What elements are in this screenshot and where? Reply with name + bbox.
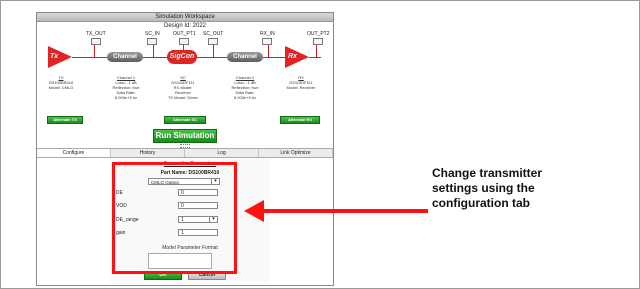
port-label: OUT_PT1 — [173, 31, 196, 37]
wire — [268, 45, 269, 57]
port-out-pt1[interactable]: OUT_PT1 — [173, 31, 196, 45]
port-pin — [179, 38, 190, 45]
wire — [143, 57, 169, 58]
port-label: SC_IN — [145, 31, 160, 37]
channel-1-block[interactable]: Channel — [107, 52, 143, 62]
port-pin — [313, 38, 324, 45]
tx-info: TX DS100BR410 Model: CMLO — [43, 75, 79, 90]
sigcon-block[interactable]: SigCon — [167, 50, 197, 64]
channel-2-info-line: 5.000e+9 hz — [233, 95, 257, 100]
rx-block-label: Rx — [288, 53, 297, 60]
alternate-rx-button[interactable]: Alternate RX — [280, 116, 320, 124]
wire — [197, 57, 227, 58]
sigcon-info-line: TX Model: Driver — [167, 95, 198, 100]
rx-info-line: Model: Receiver — [286, 85, 316, 90]
tx-info-line: Model: CMLO — [48, 85, 74, 90]
tab-history[interactable]: History — [111, 149, 185, 157]
bottom-tab-bar: Configure History Log Link Optimize — [37, 148, 333, 158]
highlight-box — [112, 162, 237, 274]
port-label: OUT_PT2 — [307, 31, 330, 37]
port-pin — [262, 38, 273, 45]
wire — [153, 45, 154, 57]
wire — [263, 57, 285, 58]
port-label: RX_IN — [260, 31, 275, 37]
port-pin — [208, 38, 219, 45]
rx-info: RX DS110DF111 Model: Receiver — [281, 75, 321, 90]
channel-1-info: Channel 1 Loss= -1 dB Reflection: true D… — [107, 75, 145, 100]
channel-2-info: Channel 2 Loss= -1 dB Reflection: true D… — [226, 75, 264, 100]
channel-2-block[interactable]: Channel — [227, 52, 263, 62]
wire — [316, 45, 317, 57]
sigcon-info: SC DS110DF111 RX Model: Receiver TX Mode… — [164, 75, 202, 100]
alternate-tx-button[interactable]: Alternate TX — [47, 116, 83, 124]
tab-link-optimize[interactable]: Link Optimize — [259, 149, 333, 157]
port-out-pt2[interactable]: OUT_PT2 — [307, 31, 330, 45]
channel-1-info-line: 5.000e+9 hz — [114, 95, 138, 100]
wire — [94, 45, 95, 57]
wire — [72, 57, 107, 58]
callout-text: Change transmitter settings using the co… — [432, 166, 543, 210]
design-id-label: Design Id: 2022 — [163, 23, 207, 29]
port-pin — [90, 38, 101, 45]
port-label: TX_OUT — [86, 31, 106, 37]
wire — [309, 57, 321, 58]
port-label: SC_OUT — [203, 31, 224, 37]
window-title: Simulation Workspace — [37, 13, 333, 22]
port-sc-out[interactable]: SC_OUT — [203, 31, 223, 45]
wire — [213, 45, 214, 57]
port-sc-in[interactable]: SC_IN — [145, 31, 160, 45]
port-rx-in[interactable]: RX_IN — [260, 31, 275, 45]
port-pin — [147, 38, 158, 45]
alternate-sc-button[interactable]: Alternate SC — [164, 116, 206, 124]
schematic-canvas: TX_OUT SC_IN OUT_PT1 SC_OUT RX_IN OUT_PT… — [37, 31, 333, 124]
tx-block-label: Tx — [50, 53, 59, 60]
tab-configure[interactable]: Configure — [37, 149, 111, 157]
tab-log[interactable]: Log — [185, 149, 259, 157]
run-simulation-button[interactable]: Run Simulation — [153, 129, 217, 143]
port-tx-out[interactable]: TX_OUT — [86, 31, 106, 45]
